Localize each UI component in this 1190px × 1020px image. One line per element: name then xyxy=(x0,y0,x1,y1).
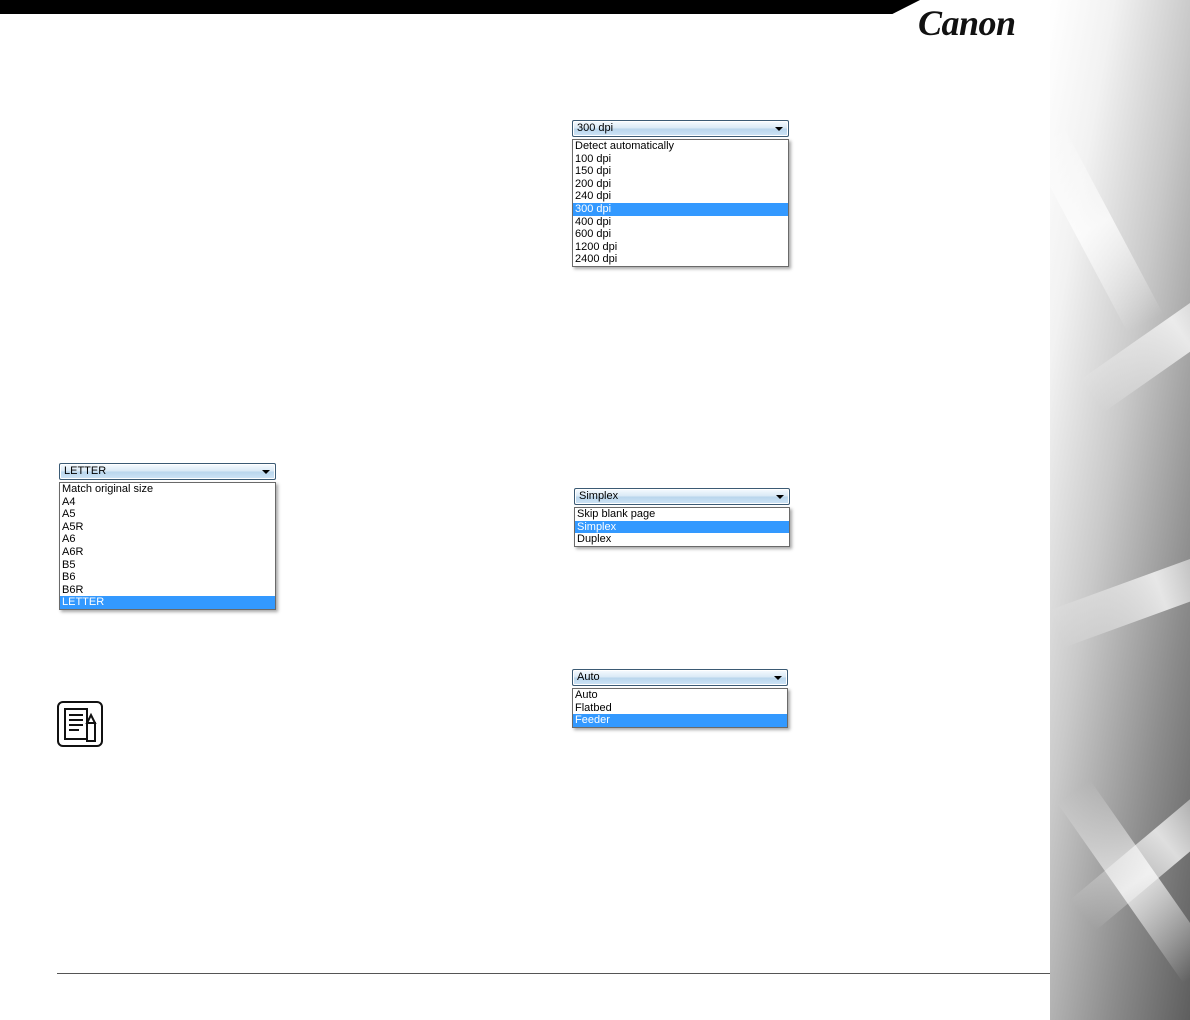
dropdown-option[interactable]: 100 dpi xyxy=(573,153,788,166)
scanning-side-select[interactable]: Simplex xyxy=(574,488,790,505)
paper-size-options-list: Match original size A4 A5 A5R A6 A6R B5 B6 B6R LE… xyxy=(59,482,276,610)
scan-source-selected-value: Auto xyxy=(577,671,600,683)
scanning-side-selected-value: Simplex xyxy=(579,490,619,502)
scanning-side-dropdown[interactable]: Simplex Skip blank page Simplex Duplex xyxy=(574,488,790,547)
dropdown-option[interactable]: A4 xyxy=(60,496,275,509)
resolution-select[interactable]: 300 dpi xyxy=(572,120,789,137)
chevron-down-icon[interactable] xyxy=(775,127,783,131)
scanning-side-options-list: Skip blank page Simplex Duplex xyxy=(574,507,790,547)
dropdown-option[interactable]: Duplex xyxy=(575,533,789,546)
scan-source-dropdown[interactable]: Auto Auto Flatbed Feeder xyxy=(572,669,788,728)
chevron-down-icon[interactable] xyxy=(774,676,782,680)
scan-source-select[interactable]: Auto xyxy=(572,669,788,686)
dropdown-option[interactable]: 300 dpi xyxy=(573,202,788,216)
dropdown-option[interactable]: 150 dpi xyxy=(573,165,788,178)
dropdown-option[interactable]: B6 xyxy=(60,571,275,584)
dropdown-option[interactable]: B6R xyxy=(60,584,275,597)
dropdown-option[interactable]: 2400 dpi xyxy=(573,253,788,266)
footer-divider xyxy=(57,973,1050,974)
dropdown-option[interactable]: 200 dpi xyxy=(573,178,788,191)
chevron-down-icon[interactable] xyxy=(776,495,784,499)
dropdown-option[interactable]: Simplex xyxy=(575,520,789,534)
dropdown-option[interactable]: 1200 dpi xyxy=(573,241,788,254)
dropdown-option[interactable]: Flatbed xyxy=(573,702,787,715)
resolution-dropdown[interactable]: 300 dpi Detect automatically 100 dpi 150 d… xyxy=(572,120,789,267)
dropdown-option[interactable]: B5 xyxy=(60,559,275,572)
paper-size-dropdown[interactable]: LETTER Match original size A4 A5 A5R A6 A6R B5… xyxy=(59,463,276,610)
header-bar xyxy=(0,0,920,14)
decorative-side-graphic xyxy=(1050,0,1190,1020)
paper-size-select[interactable]: LETTER xyxy=(59,463,276,480)
dropdown-option[interactable]: A6R xyxy=(60,546,275,559)
resolution-selected-value: 300 dpi xyxy=(577,122,614,134)
dropdown-option[interactable]: 600 dpi xyxy=(573,228,788,241)
dropdown-option[interactable]: Detect automatically xyxy=(573,140,788,153)
paper-size-selected-value: LETTER xyxy=(64,465,107,477)
dropdown-option[interactable]: Skip blank page xyxy=(575,508,789,521)
dropdown-option[interactable]: LETTER xyxy=(60,596,275,609)
dropdown-option[interactable]: 240 dpi xyxy=(573,190,788,203)
chevron-down-icon[interactable] xyxy=(262,470,270,474)
dropdown-option[interactable]: A5R xyxy=(60,521,275,534)
dropdown-option[interactable]: Feeder xyxy=(573,714,787,727)
dropdown-option[interactable]: A6 xyxy=(60,533,275,546)
canon-logo: Canon xyxy=(918,3,1016,43)
dropdown-option[interactable]: Auto xyxy=(573,689,787,702)
note-pencil-icon xyxy=(57,701,103,747)
dropdown-option[interactable]: A5 xyxy=(60,508,275,521)
dropdown-option[interactable]: 400 dpi xyxy=(573,216,788,229)
dropdown-option[interactable]: Match original size xyxy=(60,483,275,496)
resolution-options-list: Detect automatically 100 dpi 150 dpi 200 dp… xyxy=(572,139,789,267)
scan-source-options-list: Auto Flatbed Feeder xyxy=(572,688,788,728)
